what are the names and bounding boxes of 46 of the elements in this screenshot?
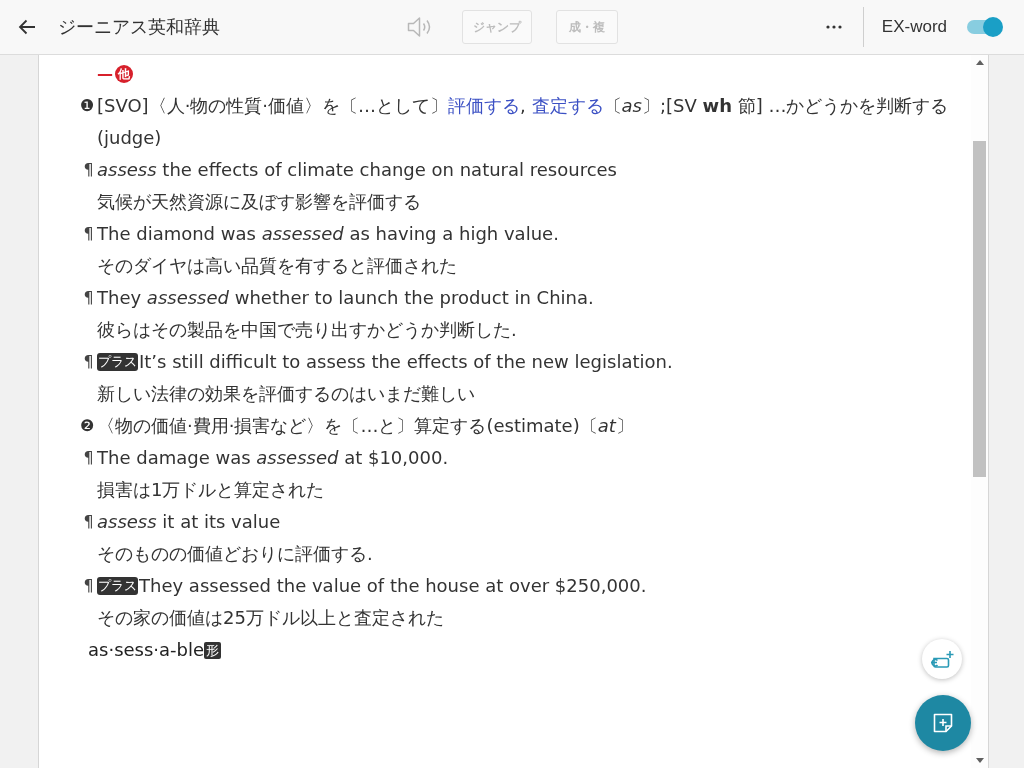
plus-badge: プラス (97, 577, 138, 595)
derived-headword: as·sess·a-ble (88, 638, 205, 662)
dictionary-title: ジーニアス英和辞典 (58, 16, 220, 39)
example-translation: その家の価値は25万ドル以上と査定された (97, 606, 444, 630)
example-translation: そのものの価値どおりに評価する. (97, 542, 373, 566)
add-card-button[interactable] (922, 639, 962, 679)
definition-link[interactable]: 査定する (531, 95, 604, 116)
sense-number: ❷ (80, 415, 96, 437)
card-plus-icon (930, 650, 954, 668)
example-translation: 損害は1万ドルと算定された (97, 478, 325, 502)
definition-link[interactable]: 評価する (448, 95, 521, 116)
scrollbar-thumb[interactable] (973, 141, 986, 477)
mode-label: EX-word (881, 17, 947, 37)
pos-badge: 形 (204, 641, 222, 659)
sense-definition: 〈物の価値·費用·損害など〉を〔…と〕算定する(estimate)〔at〕 (97, 414, 634, 438)
pilcrow-mark: ¶ (82, 351, 95, 373)
example-sentence: They assessed the value of the house at over $250,000. (139, 574, 647, 598)
example-translation: 気候が天然資源に及ぼす影響を評価する (97, 190, 421, 214)
example-translation: 新しい法律の効果を評価するのはいまだ難しい (97, 382, 475, 406)
more-icon (825, 25, 842, 29)
speaker-icon (407, 16, 433, 38)
example-sentence: The damage was assessed at $10,000. (97, 446, 449, 470)
example-sentence: It’s still difficult to assess the effects of the new legislation. (139, 350, 673, 374)
pilcrow-mark: ¶ (82, 287, 95, 309)
back-arrow-icon (18, 19, 36, 35)
sense-number: ❶ (80, 95, 96, 117)
add-note-button[interactable] (915, 695, 971, 751)
example-sentence: The diamond was assessed as having a high value. (97, 222, 559, 246)
note-plus-icon (933, 713, 953, 733)
toggle-switch[interactable] (967, 16, 1003, 38)
pilcrow-mark: ¶ (82, 447, 95, 469)
example-translation: 彼らはその製品を中国で売り出すかどうか判断した. (97, 318, 517, 342)
pilcrow-mark: ¶ (82, 511, 95, 533)
example-sentence: assess it at its value (97, 510, 281, 534)
example-sentence: They assessed whether to launch the product in China. (97, 286, 594, 310)
pilcrow-mark: ¶ (82, 223, 95, 245)
pos-dash: — (97, 65, 113, 83)
pilcrow-mark: ¶ (82, 159, 95, 181)
scroll-down-icon[interactable] (975, 758, 984, 763)
pilcrow-mark: ¶ (82, 575, 95, 597)
example-translation: そのダイヤは高い品質を有すると評価された (97, 254, 457, 278)
example-sentence: assess the effects of climate change on natural resources (97, 158, 617, 182)
sense-definition: [SVO]〈人·物の性質·価値〉を〔…として〕評価する, 査定する〔as〕;[SV wh 節] …かどうかを判断する(judge) (97, 94, 950, 150)
scroll-up-icon[interactable] (975, 60, 984, 65)
pos-badge: 他 (115, 65, 133, 83)
plus-badge: プラス (97, 353, 138, 371)
